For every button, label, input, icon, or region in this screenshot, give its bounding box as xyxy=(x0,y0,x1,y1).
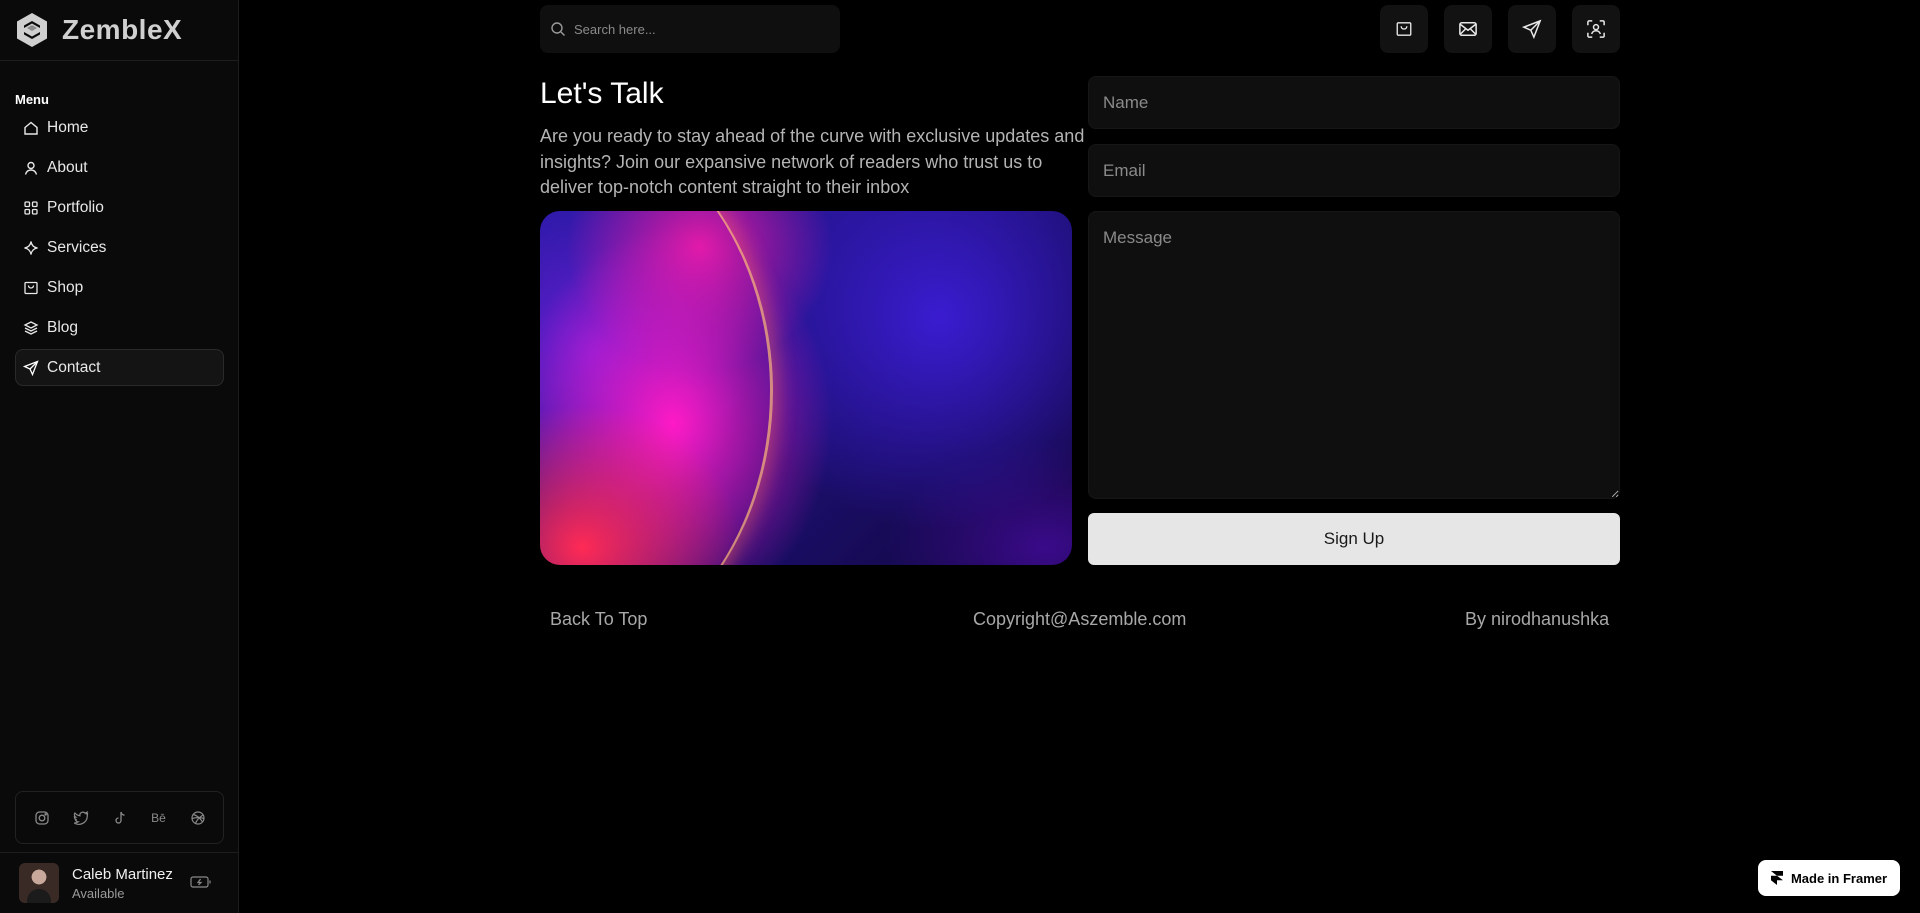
sparkle-icon xyxy=(21,238,41,258)
back-to-top-link[interactable]: Back To Top xyxy=(550,609,647,630)
profile-info: Caleb Martinez Available xyxy=(72,866,173,901)
sign-up-button[interactable]: Sign Up xyxy=(1088,513,1620,565)
user-icon xyxy=(21,158,41,178)
copyright-text: Copyright@Aszemble.com xyxy=(973,609,1187,629)
sidebar: ZembleX Menu Home About Portfolio Servic… xyxy=(0,0,239,913)
sidebar-item-label: Portfolio xyxy=(47,198,104,216)
profile-name: Caleb Martinez xyxy=(72,865,173,883)
message-field[interactable] xyxy=(1088,211,1620,499)
search-bar[interactable] xyxy=(540,5,840,53)
dribbble-icon[interactable] xyxy=(187,807,209,829)
search-icon xyxy=(551,22,565,36)
layers-icon xyxy=(21,318,41,338)
grid-icon xyxy=(21,198,41,218)
badge-label: Made in Framer xyxy=(1790,870,1888,886)
sidebar-item-blog[interactable]: Blog xyxy=(15,309,224,346)
profile-scan-button[interactable] xyxy=(1572,5,1620,53)
avatar xyxy=(19,863,59,903)
hero-image xyxy=(540,211,1072,565)
sidebar-item-portfolio[interactable]: Portfolio xyxy=(15,189,224,226)
tiktok-icon[interactable] xyxy=(109,807,131,829)
zemblex-logo-icon xyxy=(17,13,47,47)
sidebar-nav: Home About Portfolio Services Shop Blog … xyxy=(15,109,224,389)
sidebar-item-about[interactable]: About xyxy=(15,149,224,186)
made-in-framer-badge[interactable]: Made in Framer xyxy=(1758,860,1900,896)
shop-button[interactable] xyxy=(1380,5,1428,53)
sidebar-item-shop[interactable]: Shop xyxy=(15,269,224,306)
sidebar-item-contact[interactable]: Contact xyxy=(15,349,224,386)
twitter-icon[interactable] xyxy=(70,807,92,829)
header-actions xyxy=(1380,5,1620,53)
behance-icon[interactable]: Bē xyxy=(148,807,170,829)
profile-scan-icon xyxy=(1587,20,1605,38)
profile-status: Available xyxy=(72,885,125,901)
sidebar-item-label: Home xyxy=(47,118,89,136)
brand-name: ZembleX xyxy=(62,14,183,45)
shop-icon xyxy=(1396,22,1412,36)
sidebar-item-services[interactable]: Services xyxy=(15,229,224,266)
sidebar-item-home[interactable]: Home xyxy=(15,109,224,146)
sidebar-item-label: About xyxy=(47,158,88,176)
search-input[interactable] xyxy=(574,21,814,37)
sidebar-item-label: Blog xyxy=(47,318,79,336)
sidebar-item-label: Contact xyxy=(47,358,101,376)
instagram-icon[interactable] xyxy=(31,807,53,829)
send-icon xyxy=(1522,19,1542,39)
send-icon xyxy=(21,358,41,378)
name-field[interactable] xyxy=(1088,76,1620,129)
framer-logo-icon xyxy=(1770,871,1783,885)
mail-button[interactable] xyxy=(1444,5,1492,53)
sidebar-item-label: Services xyxy=(47,238,107,256)
brand-logo[interactable]: ZembleX xyxy=(0,0,238,61)
page-title: Let's Talk xyxy=(540,77,664,110)
mail-icon xyxy=(1459,22,1477,36)
email-field[interactable] xyxy=(1088,144,1620,197)
battery-charging-icon xyxy=(190,876,211,888)
social-links: Bē xyxy=(15,791,224,844)
shop-icon xyxy=(21,278,41,298)
page-description: Are you ready to stay ahead of the curve… xyxy=(540,126,1085,197)
menu-heading: Menu xyxy=(15,92,49,107)
home-icon xyxy=(21,118,41,138)
author-credit: By nirodhanushka xyxy=(1465,609,1610,629)
user-profile[interactable]: Caleb Martinez Available xyxy=(0,852,239,913)
sidebar-item-label: Shop xyxy=(47,278,84,296)
send-button[interactable] xyxy=(1508,5,1556,53)
